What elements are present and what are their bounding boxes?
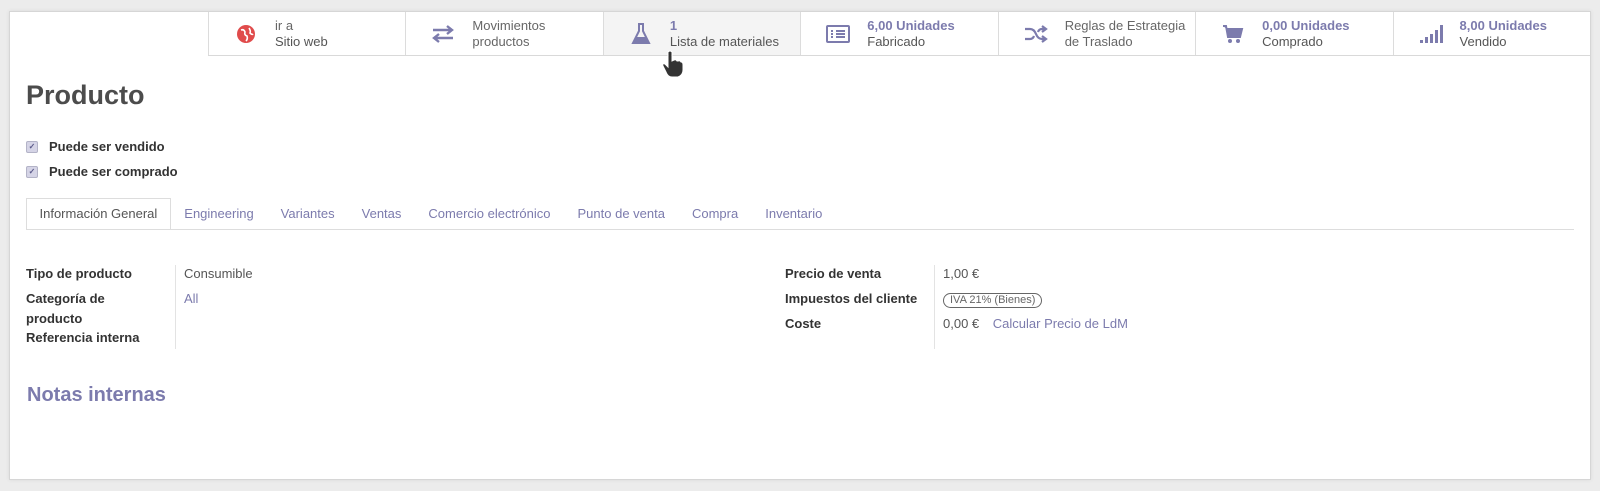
sale-ok-label: Puede ser vendido (49, 139, 165, 154)
notebook-tabs: Información General Engineering Variante… (26, 198, 1574, 230)
category-link[interactable]: All (184, 289, 198, 309)
internal-notes-title: Notas internas (27, 384, 166, 406)
bom-count: 1 (669, 17, 678, 33)
field-divider (175, 265, 176, 349)
flask-icon (626, 19, 656, 49)
sale-price-value[interactable]: 1,00 € (943, 264, 979, 284)
sold-qty: 8,00 Unidades (1459, 17, 1547, 33)
exchange-icon (428, 19, 458, 49)
customer-taxes-label: Impuestos del cliente (785, 291, 918, 306)
cart-icon (1218, 19, 1248, 49)
internal-ref-label: Referencia interna (26, 330, 140, 345)
tab-engineering[interactable]: Engineering (171, 198, 267, 229)
cost-value[interactable]: 0,00 € (943, 316, 979, 331)
sale-price-label: Precio de venta (785, 266, 882, 281)
manufactured-button[interactable]: 6,00 Unidades Fabricado (800, 12, 997, 55)
category-label-line1: Categoría de (26, 291, 105, 306)
manufactured-qty: 6,00 Unidades (867, 17, 955, 33)
product-name[interactable]: Producto (26, 80, 145, 111)
purchase-ok-label: Puede ser comprado (49, 164, 178, 179)
smart-button-box: ir a Sitio web Movimientos productos 1 List… (208, 12, 1590, 78)
website-line1: ir a (275, 17, 294, 33)
tab-variants[interactable]: Variantes (267, 198, 348, 229)
bom-button[interactable]: 1 Lista de materiales (602, 12, 801, 78)
checkmark-icon: ✓ (26, 140, 38, 153)
tax-tag[interactable]: IVA 21% (Bienes) (943, 293, 1043, 308)
website-line2: Sitio web (275, 33, 328, 49)
routes-line1: Reglas de Estrategia (1064, 17, 1186, 33)
purchase-ok-checkbox[interactable]: ✓ Puede ser comprado (26, 164, 178, 179)
sale-ok-checkbox[interactable]: ✓ Puede ser vendido (26, 139, 165, 154)
routes-button[interactable]: Reglas de Estrategia de Traslado (997, 12, 1195, 55)
category-label-line2: producto (26, 310, 83, 326)
tab-general-info[interactable]: Información General (26, 198, 171, 229)
moves-line1: Movimientos (472, 17, 546, 33)
tab-purchase[interactable]: Compra (678, 198, 751, 229)
purchased-qty: 0,00 Unidades (1262, 17, 1350, 33)
tab-point-of-sale[interactable]: Punto de venta (564, 198, 678, 229)
sold-label: Vendido (1459, 33, 1507, 49)
sold-button[interactable]: 8,00 Unidades Vendido (1392, 12, 1590, 55)
field-divider (934, 265, 935, 349)
checkmark-icon: ✓ (26, 165, 38, 178)
compute-bom-price-link[interactable]: Calcular Precio de LdM (993, 316, 1128, 331)
signal-icon (1416, 19, 1446, 49)
list-icon (823, 19, 853, 49)
globe-icon (231, 19, 261, 49)
random-icon (1021, 19, 1051, 49)
form-sheet: ir a Sitio web Movimientos productos 1 List… (9, 11, 1591, 480)
manufactured-label: Fabricado (867, 33, 926, 49)
cost-label: Coste (785, 316, 822, 331)
category-label: Categoría de producto (26, 289, 105, 328)
bom-label: Lista de materiales (669, 33, 779, 49)
website-button[interactable]: ir a Sitio web (208, 12, 405, 55)
product-type-label: Tipo de producto (26, 266, 132, 281)
tab-inventory[interactable]: Inventario (752, 198, 836, 229)
hand-cursor-icon (662, 50, 684, 83)
product-type-value[interactable]: Consumible (184, 264, 253, 284)
purchased-label: Comprado (1262, 33, 1323, 49)
routes-line2: de Traslado (1064, 33, 1133, 49)
purchased-button[interactable]: 0,00 Unidades Comprado (1195, 12, 1392, 55)
tab-ecommerce[interactable]: Comercio electrónico (415, 198, 564, 229)
moves-line2: productos (472, 33, 530, 49)
internal-ref-field[interactable] (184, 328, 384, 347)
tab-sales[interactable]: Ventas (348, 198, 415, 229)
stock-moves-button[interactable]: Movimientos productos (405, 12, 602, 55)
